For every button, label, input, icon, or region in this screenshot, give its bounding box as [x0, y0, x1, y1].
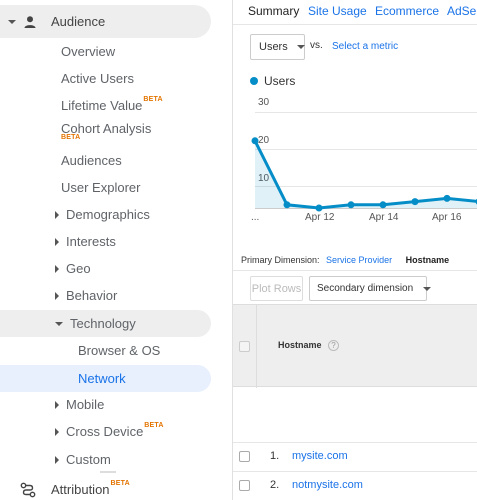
sidebar-item-label: Overview — [61, 44, 116, 59]
sidebar-item-label: Interests — [66, 234, 116, 249]
data-point[interactable] — [251, 137, 259, 145]
sidebar-item-label: Demographics — [66, 207, 150, 222]
chevron-right-icon — [55, 237, 59, 246]
sidebar-item-label: Audiences — [61, 153, 122, 168]
sidebar-item-overview[interactable]: Overview — [61, 38, 115, 65]
row-checkbox[interactable] — [239, 451, 250, 462]
sidebar-item-label: Custom — [66, 452, 111, 467]
attribution-icon — [20, 482, 36, 497]
sidebar-item-audience[interactable]: Audience — [0, 5, 211, 38]
sidebar-item-interests[interactable]: Interests — [55, 228, 116, 255]
table-col-divider — [256, 305, 257, 388]
service-provider-link[interactable]: Service Provider — [326, 255, 392, 265]
sidebar-divider — [100, 471, 116, 473]
row-index: 2. — [270, 479, 280, 491]
x-tick-label: Apr 12 — [305, 212, 335, 223]
hostname-link[interactable]: mysite.com — [292, 450, 348, 462]
row-index: 1. — [270, 450, 280, 462]
chevron-down-icon — [55, 321, 63, 326]
sidebar-item-label: Lifetime Value — [61, 98, 143, 113]
sidebar-item-label: Network — [78, 371, 126, 386]
person-icon — [24, 15, 36, 28]
sidebar-item-label: Attribution — [51, 482, 110, 497]
sidebar-item-label: Active Users — [61, 71, 134, 86]
beta-badge: BETA — [144, 422, 164, 429]
chevron-right-icon — [55, 427, 59, 436]
select-all-checkbox[interactable] — [239, 341, 250, 352]
help-icon[interactable]: ? — [328, 340, 339, 351]
sidebar-item-label: Cross Device — [66, 424, 144, 439]
sidebar-item-label: Audience — [51, 14, 106, 29]
chevron-down-icon — [423, 286, 432, 291]
secondary-dimension-label: Secondary dimension — [317, 283, 414, 294]
data-point[interactable] — [347, 201, 355, 209]
beta-badge: BETA — [110, 480, 130, 487]
x-tick-label: ... — [251, 212, 260, 223]
chevron-down-icon — [8, 19, 16, 24]
sidebar-item-mobile[interactable]: Mobile — [55, 391, 104, 418]
dimension-divider — [233, 270, 477, 271]
data-point[interactable] — [283, 201, 291, 209]
data-point[interactable] — [411, 198, 419, 206]
sidebar-item-label: Behavior — [66, 288, 118, 303]
sidebar-item-technology[interactable]: Technology — [0, 310, 211, 337]
hostname-column-header[interactable]: Hostname — [278, 340, 322, 350]
primary-dimension-bar: Primary Dimension: Service Provider Host… — [241, 255, 449, 265]
sidebar-item-label: Geo — [66, 261, 91, 276]
x-tick-label: Apr 16 — [432, 212, 462, 223]
sidebar-item-label: Browser & OS — [78, 343, 161, 358]
data-point[interactable] — [443, 194, 451, 202]
users-line-chart — [251, 137, 477, 212]
sidebar-item-attribution[interactable]: Attribution BETA — [20, 476, 130, 500]
sidebar-item-cross-device[interactable]: Cross Device BETA — [55, 418, 164, 445]
x-tick-label: Apr 14 — [369, 212, 399, 223]
sidebar-item-custom[interactable]: Custom — [55, 446, 111, 473]
plot-rows-button[interactable]: Plot Rows — [250, 276, 303, 301]
chevron-right-icon — [55, 400, 59, 409]
beta-badge: BETA — [61, 134, 81, 141]
data-point[interactable] — [315, 204, 323, 212]
row-checkbox[interactable] — [239, 480, 250, 491]
sidebar: Audience Overview Active Users Lifetime … — [0, 0, 232, 500]
sidebar-item-behavior[interactable]: Behavior — [55, 282, 117, 309]
sidebar-item-label: Technology — [70, 316, 136, 331]
sidebar-item-label: User Explorer — [61, 180, 141, 195]
sidebar-item-label: Mobile — [66, 397, 105, 412]
sidebar-item-geo[interactable]: Geo — [55, 255, 91, 282]
chevron-right-icon — [55, 455, 59, 464]
main-panel: Summary Site Usage Ecommerce AdSen Users… — [232, 0, 477, 500]
sidebar-item-audiences[interactable]: Audiences — [61, 147, 122, 174]
table-row: 1. mysite.com — [233, 443, 477, 471]
secondary-dimension-select[interactable]: Secondary dimension — [309, 276, 432, 301]
hostname-link[interactable]: notmysite.com — [292, 479, 363, 491]
sidebar-item-browser-os[interactable]: Browser & OS — [78, 337, 160, 364]
hostname-dimension[interactable]: Hostname — [406, 255, 450, 265]
data-point[interactable] — [379, 201, 387, 209]
primary-dimension-label: Primary Dimension: — [241, 255, 320, 265]
chevron-right-icon — [55, 210, 59, 219]
chevron-right-icon — [55, 264, 59, 273]
chevron-right-icon — [55, 291, 59, 300]
table-row: 2. notmysite.com — [233, 472, 477, 500]
beta-badge: BETA — [143, 96, 163, 103]
sidebar-item-user-explorer[interactable]: User Explorer — [61, 174, 140, 201]
table-header: Hostname ? — [233, 304, 477, 388]
sidebar-item-active-users[interactable]: Active Users — [61, 65, 134, 92]
sidebar-item-demographics[interactable]: Demographics — [55, 201, 150, 228]
sidebar-item-network[interactable]: Network — [0, 365, 211, 392]
